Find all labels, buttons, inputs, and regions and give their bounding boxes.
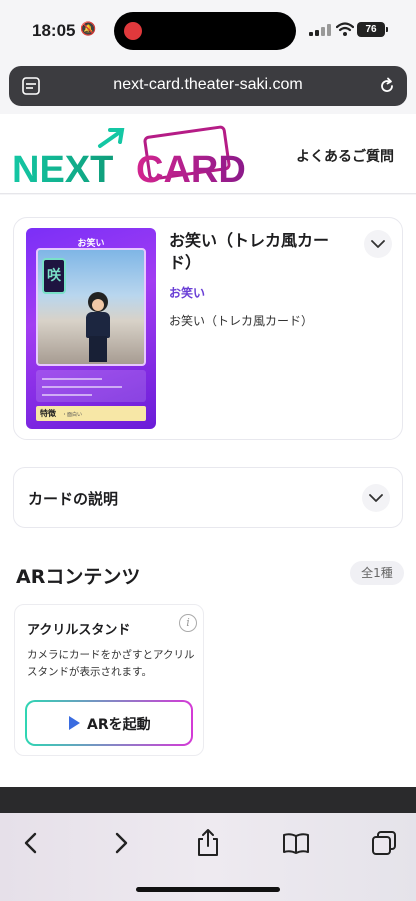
chevron-down-icon bbox=[371, 240, 385, 248]
product-expand-button[interactable] bbox=[364, 230, 392, 258]
product-description: お笑い（トレカ風カード） bbox=[169, 314, 314, 328]
trading-card-info-panel bbox=[36, 370, 146, 402]
trading-card-feature: 特徴 ・面白い bbox=[36, 406, 146, 421]
ar-section-heading: ARコンテンツ bbox=[16, 566, 141, 588]
cellular-signal-icon bbox=[309, 24, 331, 36]
status-bar: 18:05 🔕 76 bbox=[0, 0, 416, 60]
address-bar[interactable]: next-card.theater-saki.com bbox=[9, 66, 407, 106]
product-category[interactable]: お笑い bbox=[169, 284, 205, 301]
reload-icon[interactable] bbox=[377, 76, 397, 96]
person-legs bbox=[89, 336, 107, 362]
ar-content-description: カメラにカードをかざすとアクリルスタンドが表示されます。 bbox=[27, 649, 195, 678]
bookmarks-icon[interactable] bbox=[281, 828, 311, 858]
info-icon[interactable]: i bbox=[179, 614, 197, 632]
forward-icon[interactable] bbox=[106, 828, 136, 858]
status-time: 18:05 bbox=[32, 21, 76, 40]
description-expand-button[interactable] bbox=[362, 484, 390, 512]
chevron-down-icon bbox=[369, 494, 383, 502]
card-description-accordion[interactable]: カードの説明 bbox=[13, 467, 403, 528]
recording-indicator-icon bbox=[124, 22, 142, 40]
nextcard-logo[interactable]: NEXT CARD bbox=[12, 124, 268, 190]
silent-bell-icon: 🔕 bbox=[80, 22, 97, 37]
trading-card-image[interactable]: お笑い 咲 特徴 ・面白い bbox=[26, 228, 156, 429]
ar-content-title: アクリルスタンド bbox=[27, 623, 131, 638]
ar-launch-button[interactable]: ARを起動 bbox=[25, 700, 193, 746]
product-card: お笑い 咲 特徴 ・面白い お笑い（トレカ風カード） お笑い お笑い（トレカ風カー… bbox=[13, 217, 403, 440]
url-text[interactable]: next-card.theater-saki.com bbox=[49, 76, 367, 94]
trading-card-photo: 咲 bbox=[36, 248, 146, 366]
product-title: お笑い（トレカ風カード） bbox=[169, 231, 330, 272]
card-description-label: カードの説明 bbox=[28, 490, 119, 508]
person-body bbox=[86, 312, 110, 338]
site-header: NEXT CARD よくあるご質問 bbox=[0, 114, 416, 194]
back-icon[interactable] bbox=[16, 828, 46, 858]
dynamic-island bbox=[114, 12, 296, 50]
battery-tip bbox=[386, 27, 388, 32]
ar-launch-label: ARを起動 bbox=[87, 717, 151, 733]
logo-text-next: NEXT bbox=[12, 149, 113, 190]
ar-count-badge: 全1種 bbox=[350, 561, 404, 585]
reader-mode-icon[interactable] bbox=[21, 76, 41, 96]
person-face bbox=[92, 299, 104, 311]
play-icon bbox=[69, 716, 80, 730]
share-icon[interactable] bbox=[193, 828, 223, 858]
saki-emblem: 咲 bbox=[42, 258, 66, 294]
wifi-icon bbox=[336, 22, 354, 36]
logo-text-card: CARD bbox=[136, 149, 246, 190]
home-indicator bbox=[136, 887, 280, 892]
faq-link[interactable]: よくあるご質問 bbox=[296, 146, 394, 166]
tabs-icon[interactable] bbox=[369, 828, 399, 858]
battery-level: 76 bbox=[357, 22, 385, 37]
ar-content-card: アクリルスタンド i カメラにカードをかざすとアクリルスタンドが表示されます。 … bbox=[14, 604, 204, 756]
